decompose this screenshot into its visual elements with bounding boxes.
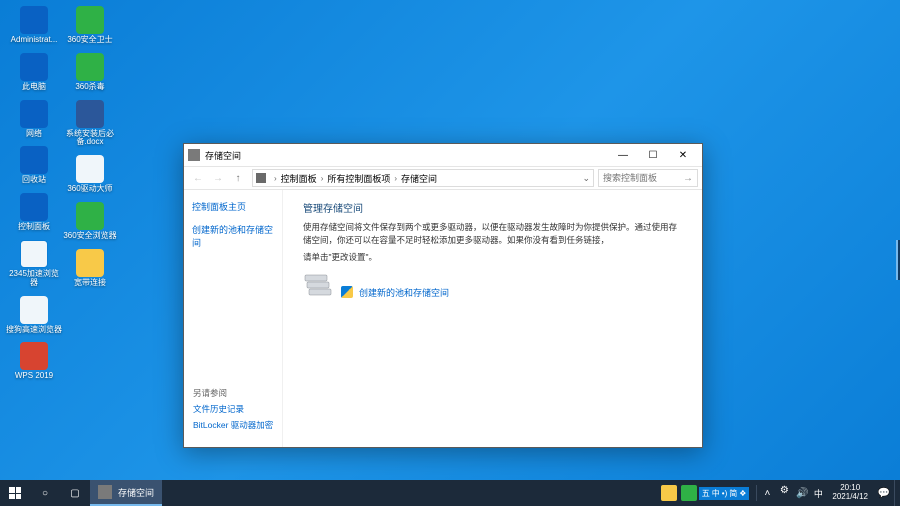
address-icon xyxy=(256,173,266,183)
up-button[interactable]: ↑ xyxy=(228,168,248,188)
app-icon xyxy=(20,100,48,128)
main-description-2: 请单击"更改设置"。 xyxy=(303,251,682,264)
tray-icon-2[interactable] xyxy=(681,485,697,501)
desktop-icon[interactable]: 宽带连接 xyxy=(62,249,118,288)
drives-icon xyxy=(303,273,333,299)
app-icon xyxy=(20,53,48,81)
tray-icon-1[interactable] xyxy=(661,485,677,501)
desktop-icon[interactable]: 2345加速浏览器 xyxy=(6,240,62,288)
notification-icon[interactable]: 💬 xyxy=(874,480,894,506)
windows-logo-icon xyxy=(9,487,21,499)
app-icon xyxy=(20,296,48,324)
icon-label: 网络 xyxy=(6,130,62,139)
navbar: ← → ↑ › 控制面板 › 所有控制面板项 › 存储空间 ⌄ → xyxy=(184,166,702,190)
icon-label: 宽带连接 xyxy=(62,279,118,288)
task-icon xyxy=(98,485,112,499)
desktop-icon[interactable]: 控制面板 xyxy=(6,193,62,232)
address-dropdown-icon[interactable]: ⌄ xyxy=(582,173,590,184)
desktop-icon[interactable]: 360安全卫士 xyxy=(62,6,118,45)
minimize-button[interactable]: — xyxy=(608,145,638,165)
search-icon[interactable]: → xyxy=(683,173,693,184)
taskbar-storage-task[interactable]: 存储空间 xyxy=(90,480,162,506)
edge-tab[interactable] xyxy=(896,240,900,280)
storage-spaces-window: 存储空间 — ☐ ✕ ← → ↑ › 控制面板 › 所有控制面板项 › 存储空间… xyxy=(183,143,703,448)
crumb-1[interactable]: 控制面板 xyxy=(281,172,317,185)
task-label: 存储空间 xyxy=(118,486,154,499)
app-icon xyxy=(76,155,104,183)
start-button[interactable] xyxy=(0,480,30,506)
forward-button[interactable]: → xyxy=(208,168,228,188)
icon-label: 回收站 xyxy=(6,176,62,185)
app-icon xyxy=(20,240,48,268)
desktop-icon[interactable]: 网络 xyxy=(6,100,62,139)
app-icon xyxy=(20,146,48,174)
search-box[interactable]: → xyxy=(598,169,698,187)
maximize-button[interactable]: ☐ xyxy=(638,145,668,165)
create-pool-action[interactable]: 创建新的池和存储空间 xyxy=(341,286,449,299)
icon-label: WPS 2019 xyxy=(6,372,62,381)
desktop-icon[interactable]: 360驱动大师 xyxy=(62,155,118,194)
desktop-icon[interactable]: 此电脑 xyxy=(6,53,62,92)
desktop: Administrat... 此电脑网络回收站控制面板 2345加速浏览器搜狗高速浏… xyxy=(6,6,118,389)
close-button[interactable]: ✕ xyxy=(668,145,698,165)
window-title: 存储空间 xyxy=(205,149,608,162)
search-input[interactable] xyxy=(603,173,681,183)
task-view-button[interactable]: ▢ xyxy=(60,480,90,506)
icon-label: 系统安装后必备.docx xyxy=(62,130,118,148)
desktop-icon[interactable]: 系统安装后必备.docx xyxy=(62,100,118,148)
tray-up-icon[interactable]: ˄ xyxy=(760,480,774,506)
ime-bar[interactable]: 五中•)简❖ xyxy=(699,487,750,500)
icon-label: 360杀毒 xyxy=(62,83,118,92)
window-icon xyxy=(188,149,200,161)
app-icon xyxy=(20,6,48,34)
titlebar: 存储空间 — ☐ ✕ xyxy=(184,144,702,166)
clock[interactable]: 20:10 2021/4/12 xyxy=(826,484,874,502)
show-desktop-button[interactable] xyxy=(894,480,898,506)
system-tray: 五中•)简❖ ˄ ⚙ 🔊 中 20:10 2021/4/12 💬 xyxy=(659,480,900,506)
icon-label: 360安全卫士 xyxy=(62,36,118,45)
icon-label: 360驱动大师 xyxy=(62,185,118,194)
search-button[interactable]: ○ xyxy=(30,480,60,506)
icon-label: 此电脑 xyxy=(6,83,62,92)
sidebar-create-link[interactable]: 创建新的池和存储空间 xyxy=(192,223,274,249)
app-icon xyxy=(76,6,104,34)
uac-shield-icon xyxy=(341,286,353,298)
app-icon xyxy=(76,100,104,128)
create-pool-link[interactable]: 创建新的池和存储空间 xyxy=(359,286,449,299)
icon-label: 2345加速浏览器 xyxy=(6,270,62,288)
app-icon xyxy=(76,249,104,277)
back-button[interactable]: ← xyxy=(188,168,208,188)
icon-label: 360安全浏览器 xyxy=(62,232,118,241)
see-also-bitlocker[interactable]: BitLocker 驱动器加密 xyxy=(193,419,273,431)
taskbar: ○ ▢ 存储空间 五中•)简❖ ˄ ⚙ 🔊 中 20:10 2021/4/12 … xyxy=(0,480,900,506)
sidebar-home-link[interactable]: 控制面板主页 xyxy=(192,200,274,213)
tray-volume-icon[interactable]: 🔊 xyxy=(794,480,810,506)
tray-lang-icon[interactable]: 中 xyxy=(810,480,826,506)
desktop-icon[interactable]: WPS 2019 xyxy=(6,342,62,381)
app-icon xyxy=(76,202,104,230)
icon-label: Administrat... xyxy=(6,36,62,45)
main-description: 使用存储空间将文件保存到两个或更多驱动器，以便在驱动器发生故障时为你提供保护。通… xyxy=(303,221,682,247)
crumb-2[interactable]: 所有控制面板项 xyxy=(327,172,390,185)
see-also-filehistory[interactable]: 文件历史记录 xyxy=(193,403,273,415)
app-icon xyxy=(76,53,104,81)
crumb-3[interactable]: 存储空间 xyxy=(401,172,437,185)
desktop-icon[interactable]: 回收站 xyxy=(6,146,62,185)
see-also-header: 另请参阅 xyxy=(193,387,273,399)
main-heading: 管理存储空间 xyxy=(303,200,682,215)
app-icon xyxy=(20,342,48,370)
main-panel: 管理存储空间 使用存储空间将文件保存到两个或更多驱动器，以便在驱动器发生故障时为… xyxy=(282,190,702,447)
desktop-icon[interactable]: 360安全浏览器 xyxy=(62,202,118,241)
icon-label: 控制面板 xyxy=(6,223,62,232)
see-also: 另请参阅 文件历史记录 BitLocker 驱动器加密 xyxy=(193,387,273,435)
desktop-icon[interactable]: 360杀毒 xyxy=(62,53,118,92)
desktop-icon[interactable]: 搜狗高速浏览器 xyxy=(6,296,62,335)
address-bar[interactable]: › 控制面板 › 所有控制面板项 › 存储空间 ⌄ xyxy=(252,169,594,187)
app-icon xyxy=(20,193,48,221)
icon-label: 搜狗高速浏览器 xyxy=(6,326,62,335)
tray-network-icon[interactable]: ⚙ xyxy=(776,485,792,501)
desktop-icon[interactable]: Administrat... xyxy=(6,6,62,45)
